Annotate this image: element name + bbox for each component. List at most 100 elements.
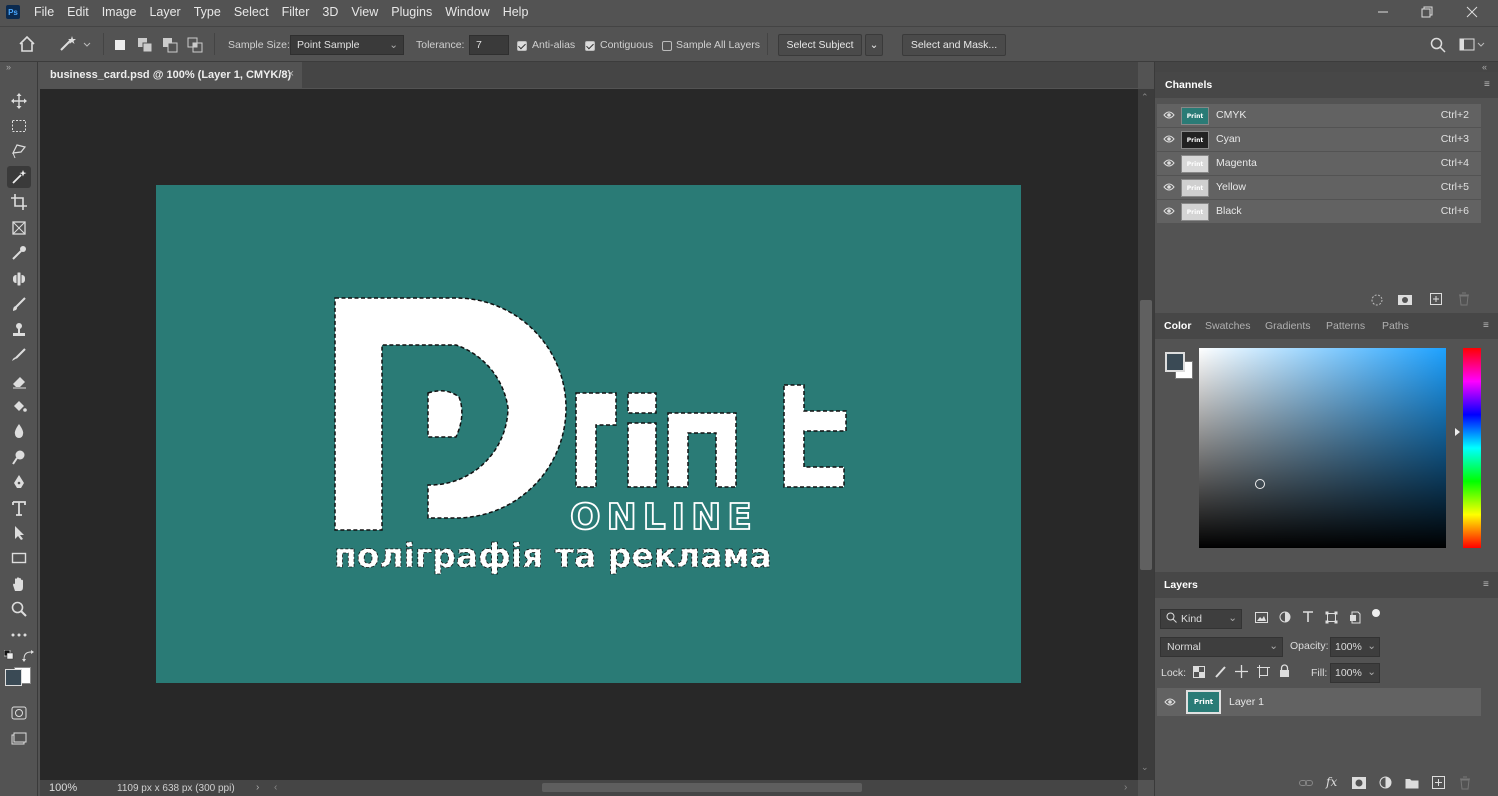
channel-row-yellow[interactable]: Print Yellow Ctrl+5	[1157, 176, 1481, 200]
new-channel-icon[interactable]	[1429, 292, 1443, 306]
eye-icon[interactable]	[1163, 134, 1175, 144]
zoom-level[interactable]: 100%	[49, 782, 77, 794]
tab-gradients[interactable]: Gradients	[1265, 313, 1311, 339]
healing-brush-tool-icon[interactable]	[7, 268, 31, 290]
move-tool-icon[interactable]	[7, 90, 31, 112]
eye-icon[interactable]	[1164, 697, 1176, 707]
menu-3d[interactable]: 3D	[322, 5, 338, 19]
lock-artboard-icon[interactable]	[1257, 665, 1270, 678]
save-selection-channel-icon[interactable]	[1397, 293, 1413, 307]
add-to-selection-icon[interactable]	[137, 37, 153, 53]
pixel-layer-filter-icon[interactable]	[1255, 612, 1268, 624]
new-fill-adjustment-icon[interactable]	[1379, 776, 1392, 789]
hand-tool-icon[interactable]	[7, 573, 31, 595]
lock-position-icon[interactable]	[1235, 665, 1248, 678]
intersect-selection-icon[interactable]	[187, 37, 203, 53]
eraser-tool-icon[interactable]	[7, 370, 31, 392]
blend-mode-select[interactable]: Normal ⌄	[1160, 637, 1283, 657]
menu-file[interactable]: File	[34, 5, 54, 19]
layer-row[interactable]: Print Layer 1	[1157, 688, 1481, 716]
anti-alias-checkbox[interactable]	[517, 41, 527, 51]
eye-icon[interactable]	[1163, 206, 1175, 216]
document-canvas[interactable]: ONLINE поліграфія та реклама	[156, 185, 1021, 683]
marquee-tool-icon[interactable]	[7, 115, 31, 137]
lock-all-icon[interactable]	[1279, 664, 1290, 677]
type-layer-filter-icon[interactable]	[1302, 611, 1314, 623]
close-tab-icon[interactable]: ×	[288, 68, 294, 80]
channel-row-black[interactable]: Print Black Ctrl+6	[1157, 200, 1481, 224]
document-tab[interactable]: business_card.psd @ 100% (Layer 1, CMYK/…	[40, 62, 302, 88]
restore-icon[interactable]	[1405, 0, 1449, 24]
layers-menu-icon[interactable]: ≡	[1483, 579, 1489, 590]
menu-window[interactable]: Window	[445, 5, 489, 19]
channel-row-cmyk[interactable]: Print CMYK Ctrl+2	[1157, 104, 1481, 128]
lock-transparent-pixels-icon[interactable]	[1193, 666, 1205, 678]
select-subject-dropdown[interactable]: ⌄	[865, 34, 883, 56]
status-menu-icon[interactable]: ›	[256, 782, 259, 793]
smart-object-filter-icon[interactable]	[1349, 611, 1361, 624]
screen-mode-icon[interactable]	[7, 728, 31, 750]
select-and-mask-button[interactable]: Select and Mask...	[902, 34, 1006, 56]
lock-image-pixels-icon[interactable]	[1214, 665, 1226, 678]
filter-toggle-icon[interactable]	[1372, 609, 1380, 617]
layer-kind-filter[interactable]: Kind ⌄	[1160, 609, 1242, 629]
eyedropper-tool-icon[interactable]	[7, 242, 31, 264]
menu-type[interactable]: Type	[194, 5, 221, 19]
zoom-tool-icon[interactable]	[7, 598, 31, 620]
eye-icon[interactable]	[1163, 110, 1175, 120]
color-picker-cursor[interactable]	[1255, 479, 1265, 489]
menu-plugins[interactable]: Plugins	[391, 5, 432, 19]
load-channel-selection-icon[interactable]	[1370, 293, 1384, 307]
link-layers-icon[interactable]	[1299, 778, 1313, 788]
sample-size-select[interactable]: Point Sample ⌄	[290, 35, 404, 55]
add-mask-icon[interactable]	[1352, 777, 1366, 789]
subtract-from-selection-icon[interactable]	[162, 37, 178, 53]
swap-colors-icon[interactable]	[22, 650, 34, 662]
paint-bucket-tool-icon[interactable]	[7, 395, 31, 417]
sample-all-layers-checkbox[interactable]	[662, 41, 672, 51]
tab-paths[interactable]: Paths	[1382, 313, 1409, 339]
workspace-icon[interactable]	[1459, 38, 1485, 52]
eye-icon[interactable]	[1163, 158, 1175, 168]
tab-channels[interactable]: Channels	[1165, 72, 1212, 98]
horizontal-scroll-thumb[interactable]	[542, 783, 862, 792]
default-colors-icon[interactable]	[4, 650, 14, 660]
tab-swatches[interactable]: Swatches	[1205, 313, 1251, 339]
lasso-tool-icon[interactable]	[7, 140, 31, 162]
channel-row-magenta[interactable]: Print Magenta Ctrl+4	[1157, 152, 1481, 176]
collapse-panels-icon[interactable]: «	[1482, 62, 1487, 72]
adjustment-layer-filter-icon[interactable]	[1279, 611, 1291, 623]
type-tool-icon[interactable]	[7, 497, 31, 519]
search-icon[interactable]	[1430, 37, 1446, 53]
magic-wand-preset-icon[interactable]	[58, 35, 92, 53]
new-layer-icon[interactable]	[1432, 776, 1445, 789]
scroll-up-icon[interactable]: ⌃	[1141, 92, 1149, 103]
scroll-down-icon[interactable]: ⌄	[1141, 762, 1149, 773]
menu-filter[interactable]: Filter	[282, 5, 310, 19]
shape-layer-filter-icon[interactable]	[1325, 611, 1338, 624]
dodge-tool-icon[interactable]	[7, 446, 31, 468]
more-tools-icon[interactable]	[7, 624, 31, 646]
channels-menu-icon[interactable]: ≡	[1484, 79, 1490, 90]
quick-mask-icon[interactable]	[7, 702, 31, 724]
history-brush-tool-icon[interactable]	[7, 344, 31, 366]
delete-channel-icon[interactable]	[1458, 292, 1470, 306]
select-subject-button[interactable]: Select Subject	[778, 34, 862, 56]
color-menu-icon[interactable]: ≡	[1483, 320, 1489, 331]
new-group-icon[interactable]	[1405, 777, 1419, 789]
scroll-right-icon[interactable]: ›	[1124, 782, 1127, 793]
opacity-input[interactable]: 100% ⌄	[1330, 637, 1380, 657]
menu-layer[interactable]: Layer	[149, 5, 180, 19]
magic-wand-tool-icon[interactable]	[7, 166, 31, 188]
path-selection-tool-icon[interactable]	[7, 522, 31, 544]
blur-tool-icon[interactable]	[7, 420, 31, 442]
tab-color[interactable]: Color	[1164, 313, 1191, 339]
rectangle-tool-icon[interactable]	[7, 547, 31, 569]
foreground-color-swatch[interactable]	[5, 669, 22, 686]
menu-image[interactable]: Image	[102, 5, 137, 19]
collapse-icon[interactable]: »	[6, 62, 11, 72]
hue-slider[interactable]	[1463, 348, 1481, 548]
color-picker-field[interactable]	[1199, 348, 1446, 548]
contiguous-checkbox[interactable]	[585, 41, 595, 51]
menu-edit[interactable]: Edit	[67, 5, 89, 19]
